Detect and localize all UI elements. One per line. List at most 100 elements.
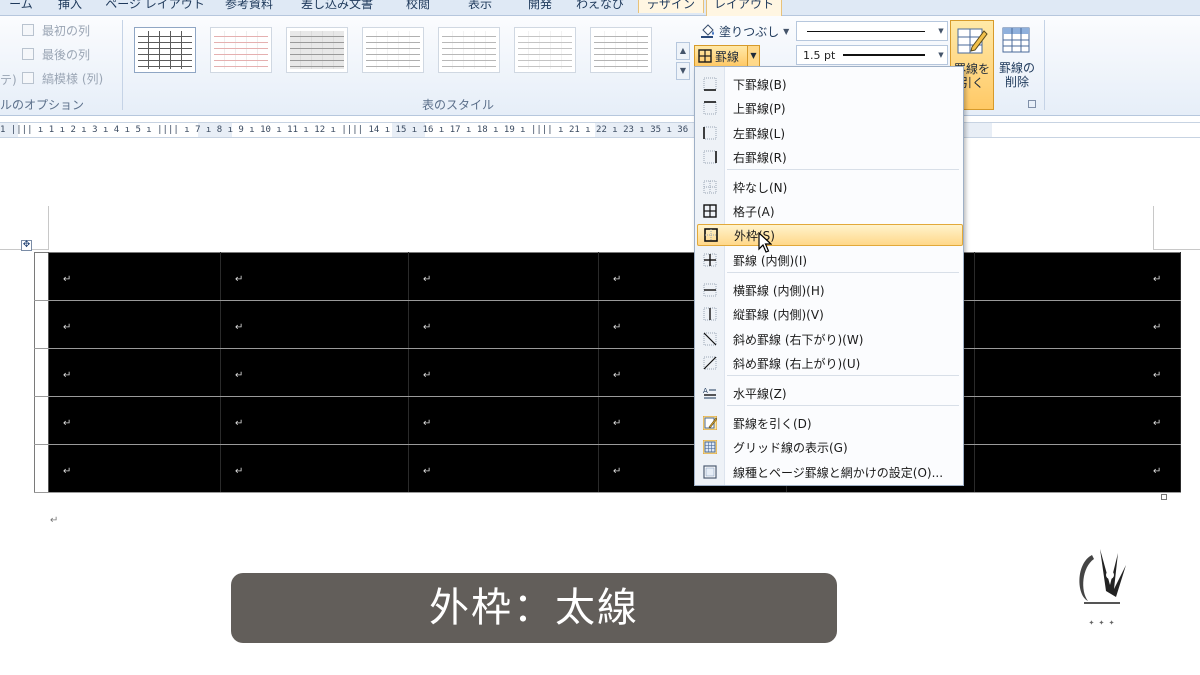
menu-item-borders-shading[interactable]: 線種とページ罫線と網かけの設定(O)... <box>697 461 963 483</box>
table-row-selector-cell[interactable] <box>34 252 49 301</box>
table-style-light-list-4[interactable] <box>590 27 652 73</box>
table-move-handle[interactable]: ✥ <box>21 240 32 251</box>
paragraph-mark: ↵ <box>50 515 59 526</box>
tab-table-design[interactable]: デザイン <box>638 0 704 13</box>
table-cell[interactable]: ↵ <box>974 396 1181 445</box>
menu-item-view-gridlines[interactable]: グリッド線の表示(G) <box>697 436 963 458</box>
table-cell[interactable]: ↵ <box>974 348 1181 397</box>
tab-view[interactable]: 表示 <box>460 0 500 16</box>
gallery-more-button[interactable]: ▼ <box>676 62 690 80</box>
table-cell[interactable]: ↵ <box>220 444 409 493</box>
horizontal-ruler[interactable]: 1 |||| ı 1 ı 2 ı 3 ı 4 ı 5 ı |||| ı 7 ı … <box>0 122 1200 138</box>
menu-item-inside-vertical-border[interactable]: 縦罫線 (内側)(V) <box>697 303 963 325</box>
cell-end-mark: ↵ <box>235 418 244 429</box>
table-row: ↵↵↵↵↵↵ <box>34 444 1181 493</box>
menu-item-bottom-border[interactable]: 下罫線(B) <box>697 73 963 95</box>
tab-review[interactable]: 校閲 <box>398 0 438 16</box>
dialog-launcher-icon[interactable] <box>1028 100 1036 108</box>
menu-item-label: 縦罫線 (内側)(V) <box>733 307 824 322</box>
table-cell[interactable]: ↵ <box>48 348 221 397</box>
table-cell[interactable]: ↵ <box>48 252 221 301</box>
tab-home[interactable]: ーム <box>0 0 42 16</box>
table-row-selector-cell[interactable] <box>34 444 49 493</box>
table-row-selector-cell[interactable] <box>34 348 49 397</box>
menu-item-diagonal-up-border[interactable]: 斜め罫線 (右上がり)(U) <box>697 352 963 374</box>
table-row-selector-cell[interactable] <box>34 300 49 349</box>
cell-end-mark: ↵ <box>235 274 244 285</box>
line-weight-select[interactable]: 1.5 pt ▼ <box>796 45 948 65</box>
table-cell[interactable]: ↵ <box>48 396 221 445</box>
menu-item-right-border[interactable]: 右罫線(R) <box>697 146 963 168</box>
margin-corner-mark <box>48 206 49 250</box>
table-resize-handle[interactable] <box>1161 494 1167 500</box>
last-column-option[interactable]: 最後の列 <box>22 44 90 64</box>
menu-separator <box>727 272 959 273</box>
menu-item-all-borders[interactable]: 格子(A) <box>697 200 963 222</box>
shading-button[interactable]: 塗りつぶし ▼ <box>700 22 789 40</box>
tab-page-layout[interactable]: ページ レイアウト <box>100 0 210 16</box>
table-cell[interactable]: ↵ <box>974 252 1181 301</box>
table-cell[interactable]: ↵ <box>220 300 409 349</box>
menu-item-no-border[interactable]: 枠なし(N) <box>697 176 963 198</box>
menu-item-label: 罫線を引く(D) <box>733 416 812 431</box>
ribbon-tab-bar: ーム 挿入 ページ レイアウト 参考資料 差し込み文書 校閲 表示 開発 わえな… <box>0 0 1200 16</box>
chevron-down-icon[interactable]: ▼ <box>747 46 759 66</box>
table-cell[interactable]: ↵ <box>408 396 599 445</box>
table-cell[interactable]: ↵ <box>408 300 599 349</box>
all-borders-icon <box>703 204 717 218</box>
line-style-select[interactable]: ▼ <box>796 21 948 41</box>
top-border-icon <box>703 101 717 115</box>
tab-waenavi[interactable]: わえなび <box>572 0 628 16</box>
checkbox[interactable] <box>22 72 34 84</box>
table-row-selector-cell[interactable] <box>34 396 49 445</box>
table-style-plain-grid[interactable] <box>134 27 196 73</box>
checkbox[interactable] <box>22 48 34 60</box>
banded-columns-option[interactable]: 縞模様 (列) <box>22 68 103 88</box>
table-cell[interactable]: ↵ <box>408 252 599 301</box>
table-style-light-list-3[interactable] <box>514 27 576 73</box>
cell-end-mark: ↵ <box>235 466 244 477</box>
menu-item-draw-table[interactable]: 罫線を引く(D) <box>697 412 963 434</box>
menu-item-top-border[interactable]: 上罫線(P) <box>697 97 963 119</box>
tab-table-layout[interactable]: レイアウト <box>706 0 782 16</box>
menu-item-label: 上罫線(P) <box>733 101 786 116</box>
menu-item-label: 右罫線(R) <box>733 150 787 165</box>
menu-item-outside-borders[interactable]: 外枠(S) <box>697 224 963 246</box>
table-cell[interactable]: ↵ <box>974 444 1181 493</box>
margin-corner-mark <box>1153 249 1200 250</box>
svg-text:A: A <box>703 387 708 395</box>
first-column-option[interactable]: 最初の列 <box>22 20 90 40</box>
borders-button[interactable]: 罫線 ▼ <box>694 45 760 67</box>
menu-item-inside-horizontal-border[interactable]: 横罫線 (内側)(H) <box>697 279 963 301</box>
document-table[interactable]: ↵↵↵↵↵↵↵↵↵↵↵↵↵↵↵↵↵↵↵↵↵↵↵↵↵↵↵↵↵↵ <box>34 252 1181 493</box>
cell-end-mark: ↵ <box>1153 418 1162 429</box>
menu-item-horizontal-line[interactable]: A 水平線(Z) <box>697 382 963 404</box>
menu-item-label: 罫線 (内側)(I) <box>733 253 808 268</box>
checkbox-label: 最初の列 <box>42 23 91 38</box>
menu-item-diagonal-down-border[interactable]: 斜め罫線 (右下がり)(W) <box>697 328 963 350</box>
table-cell[interactable]: ↵ <box>48 444 221 493</box>
menu-item-left-border[interactable]: 左罫線(L) <box>697 122 963 144</box>
draw-table-icon <box>703 416 717 430</box>
table-cell[interactable]: ↵ <box>220 396 409 445</box>
table-cell[interactable]: ↵ <box>220 348 409 397</box>
table-cell[interactable]: ↵ <box>48 300 221 349</box>
table-cell[interactable]: ↵ <box>220 252 409 301</box>
tab-developer[interactable]: 開発 <box>520 0 560 16</box>
menu-item-inside-borders[interactable]: 罫線 (内側)(I) <box>697 249 963 271</box>
tab-mailings[interactable]: 差し込み文書 <box>292 0 382 16</box>
checkbox[interactable] <box>22 24 34 36</box>
table-style-light-list[interactable] <box>362 27 424 73</box>
tab-insert[interactable]: 挿入 <box>50 0 90 16</box>
cell-end-mark: ↵ <box>613 322 622 333</box>
table-style-light-red[interactable] <box>210 27 272 73</box>
table-style-light-shaded[interactable] <box>286 27 348 73</box>
table-style-light-list-2[interactable] <box>438 27 500 73</box>
gallery-scroll-up-button[interactable]: ▲ <box>676 42 690 60</box>
table-cell[interactable]: ↵ <box>408 348 599 397</box>
eraser-button[interactable]: 罫線の 削除 <box>996 20 1038 110</box>
table-cell[interactable]: ↵ <box>408 444 599 493</box>
tab-references[interactable]: 参考資料 <box>218 0 280 16</box>
cell-end-mark: ↵ <box>613 418 622 429</box>
table-cell[interactable]: ↵ <box>974 300 1181 349</box>
